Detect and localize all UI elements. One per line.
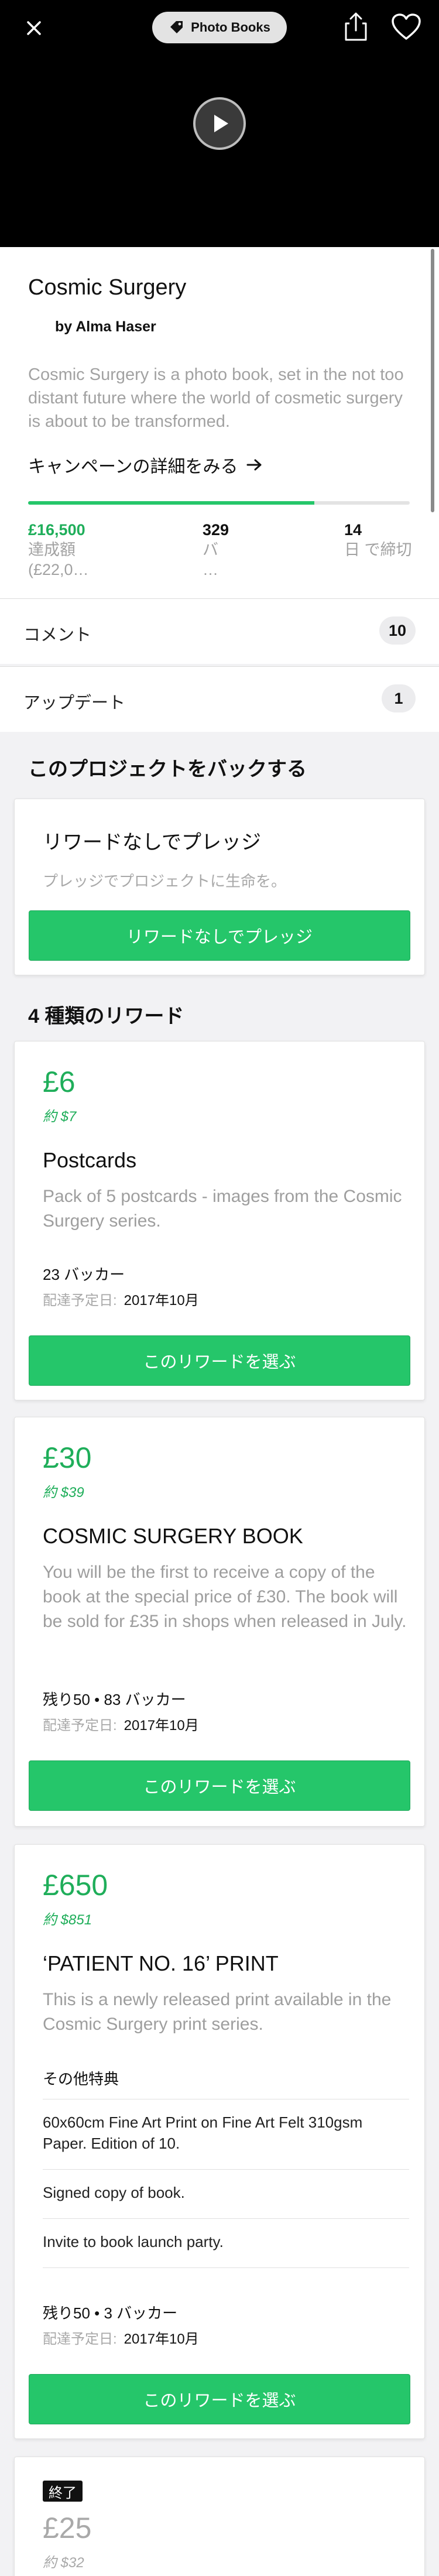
select-reward-button[interactable]: このリワードを選ぶ xyxy=(29,2374,410,2424)
no-reward-subtitle: プレッジでプロジェクトに生命を。 xyxy=(43,872,287,890)
rewards-heading: 4 種類のリワード xyxy=(28,1005,184,1027)
backers-label: バ xyxy=(203,541,218,559)
creator-byline[interactable]: by Alma Haser xyxy=(55,318,156,335)
reward-card: £30 約 $39 COSMIC SURGERY BOOK You will b… xyxy=(14,1417,425,1827)
pledged-amount: £16,500 xyxy=(28,521,85,539)
reward-card-ended: 終了 £25 約 $32 xyxy=(14,2457,425,2576)
project-title: Cosmic Surgery xyxy=(28,275,187,300)
campaign-details-link[interactable]: キャンペーンの詳細をみる xyxy=(28,452,263,478)
reward-backers: 残り50 • 83 バッカー xyxy=(43,1691,186,1708)
pledge-without-reward-button[interactable]: リワードなしでプレッジ xyxy=(29,910,410,961)
category-label: Photo Books xyxy=(191,20,270,35)
stat-backers: 329 バ … xyxy=(203,520,229,580)
reward-delivery: 配達予定日: 2017年10月 xyxy=(43,1289,199,1309)
updates-row[interactable]: アップデート 1 xyxy=(0,666,439,732)
reward-extra-item: Signed copy of book. xyxy=(43,2184,185,2201)
days-label: 日 で締切 xyxy=(344,541,412,559)
ended-badge: 終了 xyxy=(43,2481,83,2502)
reward-title: ‘PATIENT NO. 16’ PRINT xyxy=(43,1951,279,1975)
play-icon xyxy=(214,115,228,132)
reward-approx-price: 約 $39 xyxy=(43,1485,84,1501)
project-info: Cosmic Surgery by Alma Haser Cosmic Surg… xyxy=(0,247,439,598)
pledged-goal: (£22,0… xyxy=(28,561,89,578)
select-reward-button[interactable]: このリワードを選ぶ xyxy=(29,1335,410,1386)
reward-description: You will be the first to receive a copy … xyxy=(43,1563,407,1631)
project-blurb: Cosmic Surgery is a photo book, set in t… xyxy=(28,365,404,431)
stat-pledged: £16,500 達成額 (£22,0… xyxy=(28,520,89,580)
share-button[interactable] xyxy=(342,12,369,42)
campaign-details-label: キャンペーンの詳細をみる xyxy=(28,457,238,477)
reward-title: COSMIC SURGERY BOOK xyxy=(43,1524,303,1548)
reward-title: Postcards xyxy=(43,1148,137,1172)
video-header: Photo Books xyxy=(0,0,439,247)
close-icon xyxy=(27,21,41,35)
divider xyxy=(43,2267,409,2268)
play-button[interactable] xyxy=(193,97,246,150)
scrollbar[interactable] xyxy=(431,249,434,512)
tag-icon xyxy=(170,21,183,33)
pledged-label: 達成額 xyxy=(28,541,76,559)
reward-card: £6 約 $7 Postcards Pack of 5 postcards - … xyxy=(14,1041,425,1400)
reward-price: £650 xyxy=(43,1869,108,1902)
reward-approx-price: 約 $851 xyxy=(43,1912,92,1928)
stat-days-left: 14 日 で締切 xyxy=(344,520,412,560)
share-icon xyxy=(345,12,367,41)
divider xyxy=(43,2169,409,2170)
delivery-date: 2017年10月 xyxy=(124,2331,199,2347)
updates-count-badge: 1 xyxy=(382,684,416,712)
comments-count-badge: 10 xyxy=(379,616,416,645)
backers-more: … xyxy=(203,561,218,578)
delivery-date: 2017年10月 xyxy=(124,1293,199,1308)
days-count: 14 xyxy=(344,521,362,539)
category-pill[interactable]: Photo Books xyxy=(152,12,287,43)
reward-backers: 23 バッカー xyxy=(43,1266,125,1283)
reward-extra-item: 60x60cm Fine Art Print on Fine Art Felt … xyxy=(43,2113,363,2152)
updates-label: アップデート xyxy=(23,694,126,712)
reward-card: £650 約 $851 ‘PATIENT NO. 16’ PRINT This … xyxy=(14,1844,425,2439)
no-reward-title: リワードなしでプレッジ xyxy=(43,831,261,854)
reward-backers: 残り50 • 3 バッカー xyxy=(43,2304,178,2322)
reward-delivery: 配達予定日: 2017年10月 xyxy=(43,1714,199,1734)
favorite-button[interactable] xyxy=(391,13,421,41)
reward-price: £25 xyxy=(43,2512,92,2544)
delivery-label: 配達予定日: xyxy=(43,1718,117,1734)
reward-description: Pack of 5 postcards - images from the Co… xyxy=(43,1187,402,1231)
close-button[interactable] xyxy=(22,16,46,40)
arrow-right-icon xyxy=(246,459,261,471)
reward-price: £30 xyxy=(43,1441,92,1474)
delivery-label: 配達予定日: xyxy=(43,2331,117,2347)
reward-price: £6 xyxy=(43,1066,76,1098)
reward-approx-price: 約 $7 xyxy=(43,1109,77,1125)
delivery-label: 配達予定日: xyxy=(43,1293,117,1308)
delivery-date: 2017年10月 xyxy=(124,1718,199,1734)
reward-extras-heading: その他特典 xyxy=(43,2070,119,2088)
reward-delivery: 配達予定日: 2017年10月 xyxy=(43,2327,199,2348)
heart-icon xyxy=(392,13,421,40)
comments-row[interactable]: コメント 10 xyxy=(0,598,439,664)
select-reward-button[interactable]: このリワードを選ぶ xyxy=(29,1760,410,1811)
reward-description: This is a newly released print available… xyxy=(43,1990,392,2034)
divider xyxy=(43,2218,409,2219)
comments-label: コメント xyxy=(23,626,92,645)
reward-approx-price: 約 $32 xyxy=(43,2555,84,2571)
funding-progress-bar xyxy=(28,501,410,505)
no-reward-card: リワードなしでプレッジ プレッジでプロジェクトに生命を。 リワードなしでプレッジ xyxy=(14,799,425,975)
funding-progress-fill xyxy=(28,501,314,505)
back-project-heading: このプロジェクトをバックする xyxy=(28,758,307,780)
reward-extra-item: Invite to book launch party. xyxy=(43,2233,224,2250)
backers-count: 329 xyxy=(203,521,229,539)
